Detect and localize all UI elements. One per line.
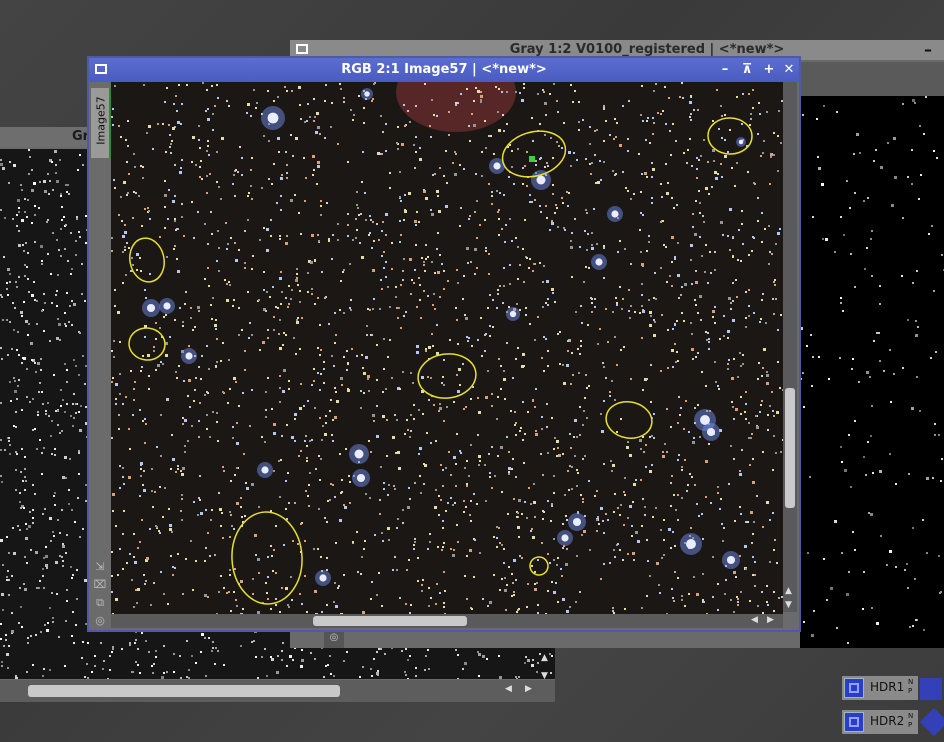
icon-hdr2[interactable]: HDR2 NP — [842, 710, 918, 734]
scroll-up-icon[interactable]: ▲ — [541, 653, 548, 663]
scroll-up-icon[interactable]: ▲ — [785, 586, 792, 596]
bright-star — [261, 466, 269, 474]
bright-star — [163, 302, 171, 310]
gray-image-view[interactable] — [800, 96, 944, 648]
lock-icon[interactable]: ⌧ — [93, 578, 107, 592]
annotation-loop — [417, 353, 477, 399]
bright-star — [356, 473, 366, 483]
bright-star — [354, 449, 364, 459]
title-bar[interactable]: RGB 2:1 Image57 | <*new*> – ⊼ + ✕ — [89, 58, 799, 82]
copy-icon[interactable]: ⧉ — [93, 596, 107, 610]
icon-label: HDR1 — [870, 680, 905, 694]
scroll-thumb[interactable] — [313, 616, 467, 626]
target-icon[interactable]: ◎ — [93, 614, 107, 628]
bright-star — [572, 517, 582, 527]
bright-star — [536, 175, 546, 185]
bright-star — [738, 139, 744, 145]
annotation-loop — [129, 237, 165, 283]
gray-window-toolbar — [800, 62, 944, 96]
view-id-label: Image57 — [94, 96, 108, 145]
starfield-gray — [800, 96, 944, 644]
bright-star — [726, 555, 736, 565]
window-title: RGB 2:1 Image57 | <*new*> — [341, 62, 547, 77]
scroll-right-icon[interactable]: ▶ — [525, 684, 532, 694]
vertical-scrollbar[interactable]: ▲ ▼ — [783, 82, 797, 612]
scroll-left-icon[interactable]: ◀ — [751, 615, 758, 625]
bright-star — [561, 534, 569, 542]
np-marker: NP — [908, 678, 914, 695]
np-marker: NP — [908, 712, 914, 729]
process-icon — [844, 712, 864, 732]
bright-star — [686, 539, 696, 549]
bright-star — [509, 310, 517, 318]
process-icon[interactable] — [920, 678, 942, 700]
process-icon — [844, 678, 864, 698]
bright-star — [146, 303, 156, 313]
bright-star — [319, 574, 327, 582]
horizontal-scrollbar[interactable]: ◀ ▶ — [111, 614, 783, 628]
scroll-left-icon[interactable]: ◀ — [505, 684, 512, 694]
window-sys-icon[interactable] — [296, 44, 308, 54]
horizontal-scrollbar[interactable]: ◀ ▶ — [0, 680, 555, 702]
bright-star — [611, 210, 619, 218]
bright-star — [364, 91, 370, 97]
bright-star — [595, 258, 603, 266]
annotation-loop — [605, 401, 653, 439]
zoom-fit-icon[interactable]: ⇲ — [93, 560, 107, 574]
scroll-right-icon[interactable]: ▶ — [767, 615, 774, 625]
rgb-image-canvas[interactable] — [111, 82, 783, 614]
minimize-button[interactable]: – — [924, 40, 932, 59]
annotation-loop — [707, 117, 753, 155]
bright-star — [493, 162, 501, 170]
icon-hdr1[interactable]: HDR1 NP — [842, 676, 918, 700]
bright-star — [706, 427, 716, 437]
color-starfield — [111, 82, 783, 614]
image-window-rgb[interactable]: RGB 2:1 Image57 | <*new*> – ⊼ + ✕ Image5… — [87, 56, 801, 632]
scroll-thumb[interactable] — [785, 388, 795, 508]
icon-label: HDR2 — [870, 714, 905, 728]
restore-button[interactable]: + — [761, 62, 777, 78]
scroll-down-icon[interactable]: ▼ — [785, 600, 792, 610]
scroll-down-icon[interactable]: ▼ — [541, 671, 548, 681]
green-marker — [529, 156, 535, 162]
maximize-button[interactable]: ⊼ — [739, 62, 755, 78]
scroll-thumb[interactable] — [28, 685, 340, 697]
view-id-tab[interactable]: Image57 — [91, 88, 111, 158]
shade-button[interactable]: – — [717, 62, 733, 78]
bright-star — [185, 352, 193, 360]
bright-star — [267, 112, 279, 124]
close-button[interactable]: ✕ — [781, 62, 797, 78]
